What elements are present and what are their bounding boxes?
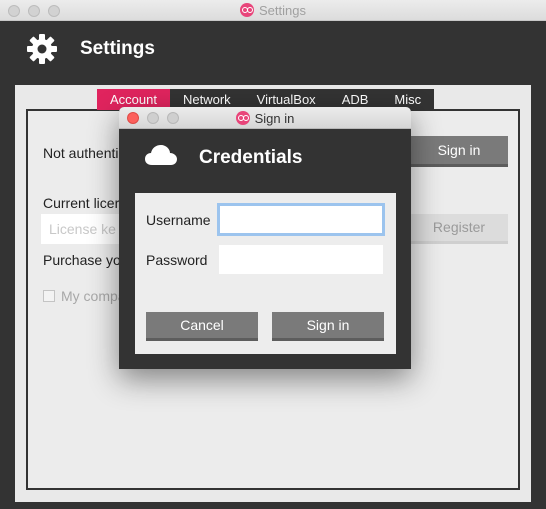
window-title: Settings (259, 3, 306, 18)
cloud-icon (145, 145, 177, 165)
dialog-sign-in-button[interactable]: Sign in (272, 312, 384, 341)
register-button[interactable]: Register (410, 214, 508, 244)
page-title: Settings (80, 38, 155, 59)
dialog-titlebar: Sign in (119, 107, 411, 129)
account-sign-in-button[interactable]: Sign in (410, 136, 508, 167)
username-field[interactable] (217, 203, 385, 236)
company-checkbox[interactable] (43, 290, 55, 302)
app-logo-icon (240, 3, 254, 17)
password-label: Password (146, 252, 208, 268)
dialog-heading: Credentials (199, 147, 303, 168)
credentials-form: Username Password Cancel Sign in (135, 193, 396, 354)
app-logo-icon (235, 111, 250, 125)
sign-in-dialog: Sign in Credentials Username Password Ca… (119, 107, 411, 369)
license-label: Current licer (43, 195, 120, 211)
auth-status-text: Not authenti (43, 145, 119, 161)
company-checkbox-label: My compa (61, 288, 126, 304)
window-titlebar: Settings (0, 0, 546, 21)
password-field[interactable] (219, 245, 383, 274)
gear-icon (27, 34, 57, 64)
dialog-title: Sign in (254, 111, 295, 126)
window-title-container: Settings (0, 3, 546, 18)
cancel-button[interactable]: Cancel (146, 312, 258, 341)
dialog-title-container: Sign in (119, 111, 411, 126)
purchase-text: Purchase you (43, 252, 129, 268)
username-label: Username (146, 212, 211, 228)
